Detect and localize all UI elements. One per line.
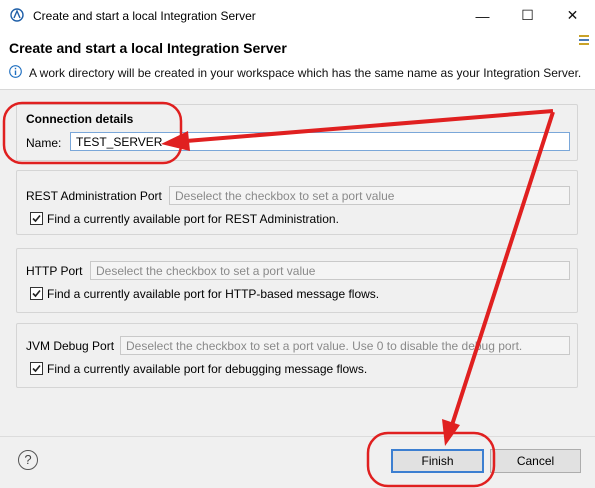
window-titlebar: Create and start a local Integration Ser… <box>0 0 595 31</box>
checkmark-icon <box>32 364 41 373</box>
wizard-header: Create and start a local Integration Ser… <box>0 31 595 90</box>
jvm-debug-label: JVM Debug Port <box>26 339 115 353</box>
maximize-button[interactable]: ☐ <box>505 0 550 31</box>
rest-port-checkbox-label: Find a currently available port for REST… <box>47 212 339 226</box>
help-icon[interactable]: ? <box>18 450 38 470</box>
http-port-input[interactable]: Deselect the checkbox to set a port valu… <box>90 261 570 280</box>
name-input[interactable]: TEST_SERVER <box>70 132 570 151</box>
footer-divider <box>0 436 595 437</box>
wizard-help-icon[interactable] <box>577 33 591 47</box>
checkmark-icon <box>32 214 41 223</box>
jvm-debug-group <box>16 323 578 388</box>
connection-details-label: Connection details <box>26 112 134 126</box>
app-icon <box>10 8 24 22</box>
rest-port-checkbox[interactable] <box>30 212 43 225</box>
http-port-group <box>16 248 578 313</box>
finish-button[interactable]: Finish <box>391 449 484 473</box>
header-message: A work directory will be created in your… <box>29 66 582 80</box>
http-port-label: HTTP Port <box>26 264 83 278</box>
page-title: Create and start a local Integration Ser… <box>9 40 287 56</box>
cancel-button[interactable]: Cancel <box>490 449 581 473</box>
jvm-debug-input[interactable]: Deselect the checkbox to set a port valu… <box>120 336 570 355</box>
name-label: Name: <box>26 136 62 150</box>
checkmark-icon <box>32 289 41 298</box>
close-button[interactable]: ✕ <box>550 0 595 31</box>
jvm-debug-checkbox[interactable] <box>30 362 43 375</box>
minimize-button[interactable]: — <box>460 0 505 31</box>
jvm-debug-checkbox-label: Find a currently available port for debu… <box>47 362 368 376</box>
info-icon <box>9 65 22 78</box>
rest-port-label: REST Administration Port <box>26 189 162 203</box>
http-port-checkbox[interactable] <box>30 287 43 300</box>
window-title: Create and start a local Integration Ser… <box>33 9 256 23</box>
rest-port-input[interactable]: Deselect the checkbox to set a port valu… <box>169 186 570 205</box>
annotation-arrow-to-finish-head <box>442 419 460 446</box>
http-port-checkbox-label: Find a currently available port for HTTP… <box>47 287 380 301</box>
